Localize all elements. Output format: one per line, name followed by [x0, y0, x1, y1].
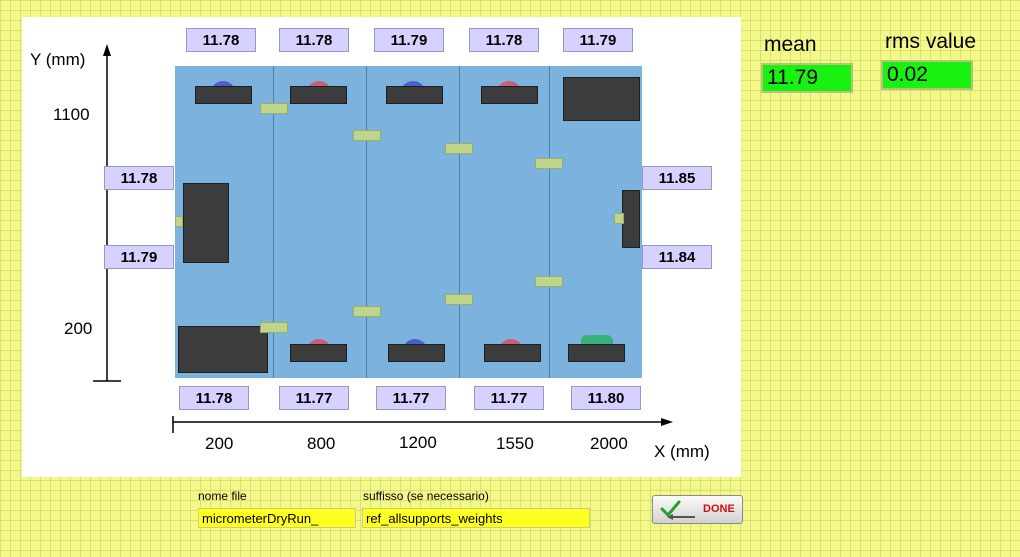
sensor-pad	[353, 130, 381, 141]
column-divider	[459, 66, 460, 378]
top-value-5: 11.79	[563, 28, 633, 52]
support-block	[388, 344, 445, 362]
done-button[interactable]: DONE	[652, 495, 743, 524]
support-block	[386, 86, 443, 104]
support-block	[195, 86, 252, 104]
x-tick-800: 800	[307, 434, 336, 453]
support-block	[290, 86, 347, 104]
sensor-pad	[260, 322, 288, 333]
y-tick-1100: 1100	[53, 105, 90, 124]
column-divider	[366, 66, 367, 378]
right-value-2: 11.84	[642, 245, 712, 269]
file-name-input[interactable]: micrometerDryRun_	[198, 508, 356, 528]
sensor-pad	[445, 143, 473, 154]
top-value-3: 11.79	[374, 28, 444, 52]
y-axis-label: Y (mm)	[30, 50, 86, 69]
top-value-4: 11.78	[469, 28, 539, 52]
x-tick-1200: 1200	[399, 433, 437, 452]
sensor-pad	[535, 158, 563, 169]
bottom-value-3: 11.77	[376, 386, 446, 410]
suffix-label: suffisso (se necessario)	[363, 489, 489, 503]
top-value-1: 11.78	[186, 28, 256, 52]
done-label: DONE	[703, 503, 735, 515]
support-block	[290, 344, 347, 362]
support-block	[183, 183, 229, 263]
checkmark-pencil-icon	[660, 500, 695, 520]
x-axis-label: X (mm)	[654, 442, 710, 461]
sensor-pad	[614, 213, 624, 224]
left-value-1: 11.78	[104, 166, 174, 190]
bottom-value-2: 11.77	[279, 386, 349, 410]
bottom-value-4: 11.77	[474, 386, 544, 410]
x-tick-200: 200	[205, 434, 234, 453]
top-value-2: 11.78	[279, 28, 349, 52]
x-tick-2000: 2000	[590, 434, 628, 453]
support-block	[481, 86, 538, 104]
support-block	[622, 190, 640, 248]
right-value-1: 11.85	[642, 166, 712, 190]
sensor-pad	[353, 306, 381, 317]
support-block	[484, 344, 541, 362]
mean-value: 11.79	[761, 63, 853, 93]
mean-label: mean	[764, 33, 817, 56]
rms-value: 0.02	[881, 60, 973, 90]
y-axis-arrow	[103, 44, 111, 56]
left-value-2: 11.79	[104, 245, 174, 269]
x-tick-1550: 1550	[496, 434, 534, 453]
bottom-value-1: 11.78	[179, 386, 249, 410]
bottom-value-5: 11.80	[571, 386, 641, 410]
support-block	[178, 326, 268, 373]
support-block	[563, 77, 640, 121]
sensor-pad	[175, 216, 183, 227]
file-name-label: nome file	[198, 489, 247, 503]
sensor-pad	[535, 276, 563, 287]
rms-label: rms value	[885, 30, 977, 53]
y-tick-200: 200	[64, 319, 93, 338]
x-axis-arrow	[661, 418, 673, 426]
column-divider	[549, 66, 550, 378]
sensor-pad	[260, 103, 288, 114]
sensor-pad	[445, 294, 473, 305]
suffix-input[interactable]: ref_allsupports_weights	[362, 508, 590, 528]
support-block	[568, 344, 625, 362]
measurement-plate	[175, 66, 642, 378]
